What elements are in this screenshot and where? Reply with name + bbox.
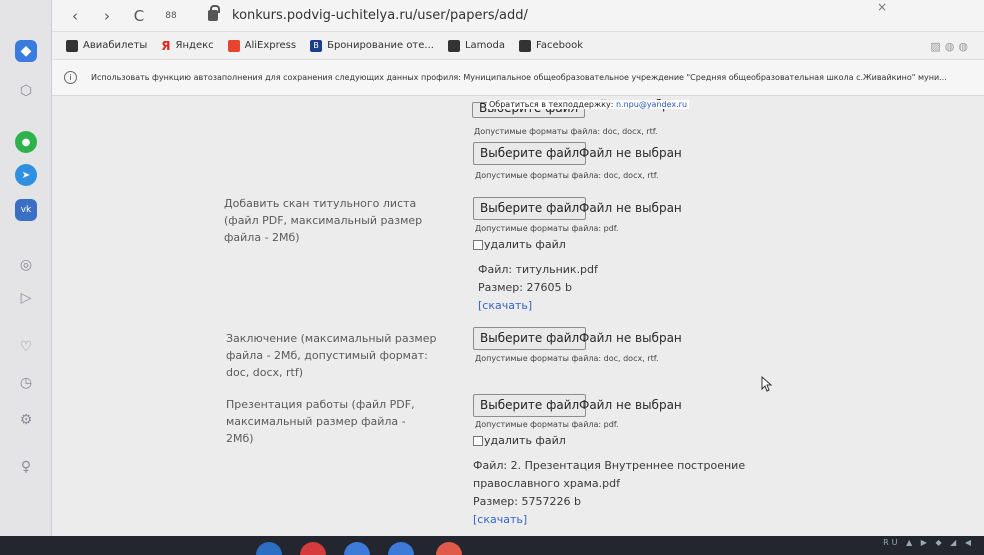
file-name: Файл: 2. Презентация Внутреннее построен… [473, 459, 746, 472]
choose-file-button-title-scan[interactable]: Выберите файл [473, 197, 587, 220]
taskbar-app-icon[interactable] [436, 542, 462, 555]
reload-button[interactable]: C [130, 7, 148, 25]
autofill-message[interactable]: Использовать функцию автозаполнения для … [91, 73, 971, 82]
forward-button[interactable]: › [98, 7, 116, 25]
close-tab-icon[interactable]: × [877, 0, 897, 14]
heart-icon[interactable]: ♡ [15, 336, 37, 358]
delete-file-checkbox-presentation[interactable]: удалить файл [473, 434, 566, 447]
bookmark-yandex[interactable]: Я Яндекс [161, 39, 213, 53]
formats-hint: Допустимые форматы файла: pdf. [475, 224, 619, 233]
no-file-text: Файл не выбран [579, 146, 682, 160]
history-icon[interactable]: ◷ [15, 372, 37, 394]
extensions-icons[interactable]: ▨◍◍ [930, 40, 972, 53]
telegram-icon[interactable]: ➤ [15, 164, 37, 186]
vk-icon[interactable]: vk [15, 199, 37, 221]
taskbar-app-icon[interactable] [388, 542, 414, 555]
cube-icon[interactable]: ⬡ [15, 80, 37, 102]
taskbar-app-icon[interactable] [256, 542, 282, 555]
folder-icon [66, 39, 78, 52]
taskbar: RU ▲ ▶ ◆ ◢ ◀ [0, 536, 984, 555]
mouse-cursor-icon [761, 376, 773, 392]
home-icon[interactable]: ◆ [15, 40, 37, 62]
taskbar-app-icon[interactable] [344, 542, 370, 555]
address-bar: ‹ › C 88 konkurs.podvig-uchitelya.ru/use… [52, 0, 984, 32]
formats-hint: Допустимые форматы файла: doc, docx, rtf… [475, 171, 659, 180]
play-circle-icon[interactable]: ◎ [15, 254, 37, 276]
file-size: Размер: 5757226 b [473, 495, 581, 508]
no-file-text: Файл не выбран [579, 331, 682, 345]
formats-hint: Допустимые форматы файла: pdf. [475, 420, 619, 429]
choose-file-button-conclusion[interactable]: Выберите файл [473, 327, 587, 350]
booking-icon: B [310, 39, 323, 52]
formats-hint: Допустимые форматы файла: doc, docx, rtf… [475, 354, 659, 363]
bookmarks-bar: Авиабилеты Я Яндекс AliExpress B Брониро… [52, 32, 984, 60]
choose-file-button-doc-1[interactable]: Выберите файл [473, 142, 587, 165]
formats-hint: Допустимые форматы файла: doc, docx, rtf… [474, 127, 658, 136]
checkbox-box[interactable] [473, 435, 483, 446]
choose-file-button-presentation[interactable]: Выберите файл [473, 394, 587, 417]
delete-file-checkbox-title-scan[interactable]: удалить файл [473, 238, 566, 251]
title-scan-label: Добавить скан титульного листа (файл PDF… [224, 197, 423, 244]
checkbox-box[interactable] [473, 239, 483, 250]
folder-icon [519, 39, 531, 52]
back-button[interactable]: ‹ [66, 7, 84, 25]
aliexpress-icon [227, 39, 240, 52]
info-icon: i [64, 71, 77, 84]
conclusion-label: Заключение (максимальный размер файла - … [226, 332, 437, 379]
yandex-icon: Я [161, 38, 171, 53]
file-name: Файл: титульник.pdf [478, 263, 598, 276]
support-notice: Обратиться в техподдержку: n.npu@yandex.… [487, 100, 690, 109]
page-content: Выберите файл Файл не выбран Допустимые … [52, 96, 984, 536]
support-email-link[interactable]: n.npu@yandex.ru [616, 100, 687, 109]
download-link-title-scan[interactable]: [скачать] [478, 299, 532, 312]
autofill-infobar: i Использовать функцию автозаполнения дл… [52, 60, 984, 96]
file-name-cont: православного храма.pdf [473, 477, 620, 490]
bookmark-booking[interactable]: B Бронирование оте... [310, 39, 434, 52]
url-field[interactable]: konkurs.podvig-uchitelya.ru/user/papers/… [232, 8, 528, 23]
settings-icon[interactable]: ⚙ [15, 409, 37, 431]
screen: ◆ ⬡ ● ➤ vk ◎ ▷ ♡ ◷ ⚙ ♀ ‹ › C 88 konkurs.… [0, 0, 984, 555]
bookmark-aliexpress[interactable]: AliExpress [227, 39, 296, 52]
title-scan-file-info: Файл: титульник.pdf Размер: 27605 b [ска… [478, 261, 598, 315]
tabs-grid-button[interactable]: 88 [162, 11, 180, 21]
bookmark-aviabilety[interactable]: Авиабилеты [66, 39, 147, 52]
pin-icon[interactable]: ♀ [15, 456, 37, 478]
download-link-presentation[interactable]: [скачать] [473, 513, 527, 526]
lock-icon [208, 5, 220, 21]
taskbar-app-icon[interactable] [300, 542, 326, 555]
bookmark-lamoda[interactable]: Lamoda [447, 39, 505, 52]
folder-icon [447, 39, 460, 52]
presentation-label: Презентация работы (файл PDF, максимальн… [226, 398, 415, 445]
browser-sidebar: ◆ ⬡ ● ➤ vk ◎ ▷ ♡ ◷ ⚙ ♀ [0, 0, 52, 555]
presentation-file-info: Файл: 2. Презентация Внутреннее построен… [473, 457, 745, 529]
send-icon[interactable]: ▷ [15, 287, 37, 309]
file-size: Размер: 27605 b [478, 281, 572, 294]
system-tray[interactable]: RU ▲ ▶ ◆ ◢ ◀ [883, 538, 974, 547]
no-file-text: Файл не выбран [579, 398, 682, 412]
bookmark-facebook[interactable]: Facebook [519, 39, 583, 52]
whatsapp-icon[interactable]: ● [15, 131, 37, 153]
no-file-text: Файл не выбран [579, 201, 682, 215]
